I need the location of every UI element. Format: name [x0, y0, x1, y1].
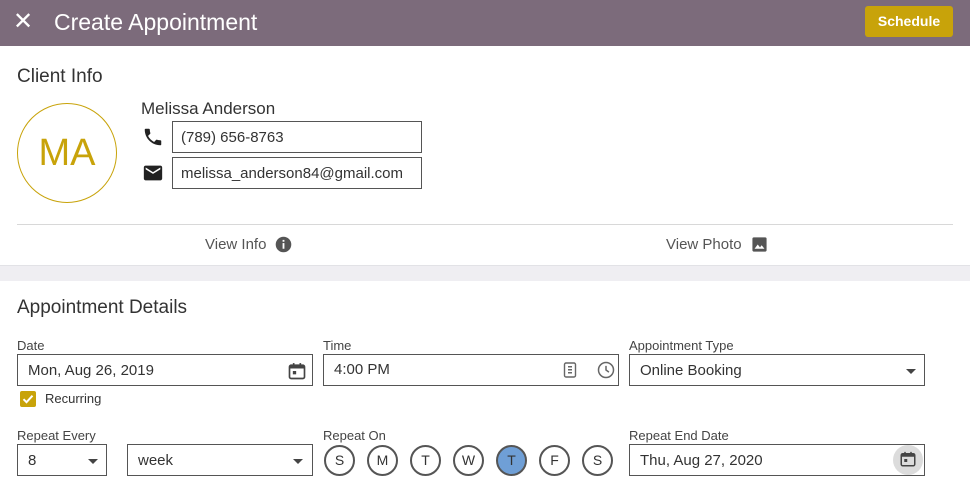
keypad-icon[interactable] [563, 362, 577, 378]
repeat-every-value: 8 [28, 452, 37, 469]
page-title: Create Appointment [54, 9, 258, 35]
checkmark-icon [22, 395, 34, 404]
date-field[interactable]: Mon, Aug 26, 2019 [17, 354, 313, 386]
client-info-heading: Client Info [17, 66, 103, 87]
repeat-unit-select[interactable]: week [127, 444, 313, 476]
recurring-label: Recurring [45, 391, 102, 406]
calendar-icon [900, 451, 916, 467]
date-label: Date [17, 338, 45, 353]
chevron-down-icon [293, 459, 303, 464]
chevron-down-icon [906, 369, 916, 374]
schedule-button[interactable]: Schedule [865, 6, 953, 37]
day-toggle-monday[interactable]: M [367, 445, 398, 476]
day-toggle-thursday[interactable]: T [496, 445, 527, 476]
phone-field[interactable] [172, 121, 422, 153]
image-icon [752, 237, 767, 252]
repeat-unit-value: week [138, 452, 174, 469]
time-field[interactable]: 4:00 PM [323, 354, 619, 386]
day-toggle-saturday[interactable]: S [582, 445, 613, 476]
appointment-type-label: Appointment Type [629, 338, 734, 353]
divider [17, 224, 953, 225]
date-value: Mon, Aug 26, 2019 [28, 362, 154, 379]
email-icon [143, 165, 163, 181]
appointment-details-heading: Appointment Details [17, 297, 188, 318]
email-field[interactable] [172, 157, 422, 189]
view-photo-label: View Photo [666, 236, 742, 253]
repeat-every-select[interactable]: 8 [17, 444, 107, 476]
repeat-end-label: Repeat End Date [629, 428, 729, 443]
chevron-down-icon [88, 459, 98, 464]
day-toggle-friday[interactable]: F [539, 445, 570, 476]
client-name: Melissa Anderson [141, 99, 276, 118]
day-toggle-tuesday[interactable]: T [410, 445, 441, 476]
appointment-type-select[interactable]: Online Booking [629, 354, 925, 386]
avatar: MA [17, 103, 117, 203]
time-value: 4:00 PM [334, 361, 390, 378]
close-icon[interactable]: ✕ [12, 9, 34, 35]
recurring-checkbox[interactable] [20, 391, 36, 407]
day-toggle-wednesday[interactable]: W [453, 445, 484, 476]
info-icon [276, 236, 292, 253]
section-separator [0, 265, 970, 281]
repeat-every-label: Repeat Every [17, 428, 96, 443]
repeat-on-label: Repeat On [323, 428, 386, 443]
time-label: Time [323, 338, 352, 353]
repeat-end-field[interactable]: Thu, Aug 27, 2020 [629, 444, 925, 476]
view-info-link[interactable]: View Info [205, 236, 292, 253]
calendar-button[interactable] [893, 445, 923, 475]
clock-icon[interactable] [596, 360, 616, 380]
calendar-icon[interactable] [287, 361, 307, 381]
view-info-label: View Info [205, 236, 267, 253]
appointment-type-value: Online Booking [640, 362, 742, 379]
phone-icon [144, 128, 162, 146]
day-toggle-sunday[interactable]: S [324, 445, 355, 476]
repeat-end-value: Thu, Aug 27, 2020 [640, 452, 763, 469]
header-bar: ✕ Create Appointment Schedule [0, 0, 970, 46]
view-photo-link[interactable]: View Photo [666, 236, 768, 253]
